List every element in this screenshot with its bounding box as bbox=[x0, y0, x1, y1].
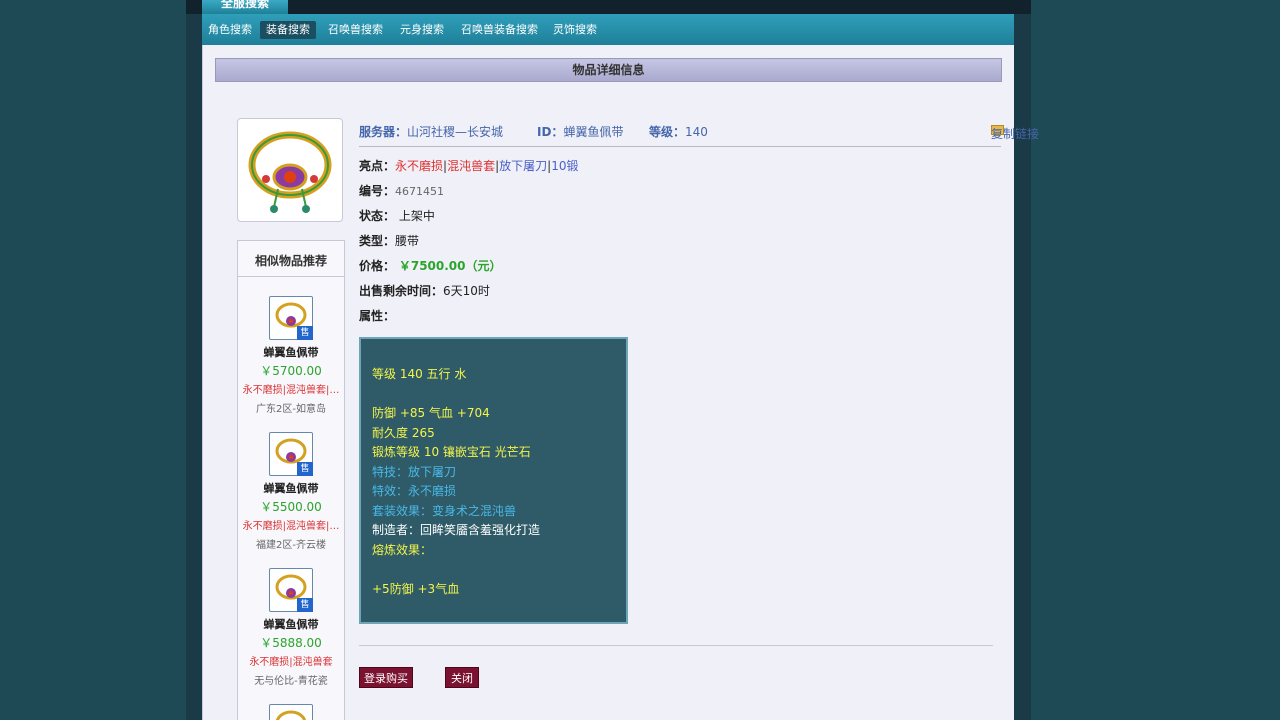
attr-line: 锻炼等级 10 镶嵌宝石 光芒石 bbox=[372, 445, 531, 459]
attr-line bbox=[372, 560, 626, 580]
similar-item-name[interactable]: 蝉翼鱼佩带 bbox=[238, 344, 344, 360]
similar-item-name[interactable]: 蝉翼鱼佩带 bbox=[238, 480, 344, 496]
time-row: 出售剩余时间：6天10时 bbox=[359, 284, 490, 298]
belt-icon[interactable]: 售 bbox=[269, 568, 313, 612]
belt-icon[interactable] bbox=[269, 704, 313, 720]
item-id: 蝉翼鱼佩带 bbox=[563, 125, 624, 139]
nav-role-search[interactable]: 角色搜索 bbox=[202, 21, 258, 39]
level-info: 等级：140 bbox=[649, 125, 708, 139]
attr-line: 特技：放下屠刀 bbox=[372, 464, 457, 479]
nav-yuanshen-search[interactable]: 元身搜索 bbox=[394, 21, 450, 39]
belt-icon bbox=[248, 131, 332, 213]
login-buy-button[interactable]: 登录购买 bbox=[359, 667, 413, 688]
attr-line: 等级 140 五行 水 bbox=[372, 367, 467, 381]
nav-equipment-search[interactable]: 装备搜索 bbox=[260, 21, 316, 39]
attr-line bbox=[372, 385, 626, 405]
similar-title: 相似物品推荐 bbox=[238, 241, 344, 277]
nav-lingshi-search[interactable]: 灵饰搜索 bbox=[547, 21, 603, 39]
similar-item-4[interactable] bbox=[238, 704, 344, 720]
sale-badge: 售 bbox=[297, 326, 313, 340]
item-type: 腰带 bbox=[395, 234, 420, 248]
belt-icon[interactable]: 售 bbox=[269, 432, 313, 476]
item-status: 上架中 bbox=[398, 209, 435, 223]
number-row: 编号：4671451 bbox=[359, 184, 445, 198]
similar-item-server: 无与伦比-青花瓷 bbox=[254, 676, 328, 687]
highlight-4: 10锻 bbox=[551, 159, 579, 173]
nav-summon-equipment-search[interactable]: 召唤兽装备搜索 bbox=[455, 21, 544, 39]
item-detail-panel: 物品详细信息 相似物品推荐 售 蝉翼鱼佩带 ￥5700.00 永不磨损|混沌兽套… bbox=[202, 45, 1039, 720]
attributes-label: 属性： bbox=[359, 309, 396, 323]
similar-item-1[interactable]: 售 蝉翼鱼佩带 ￥5700.00 永不磨损|混沌兽套|… 广东2区-如意岛 bbox=[238, 296, 344, 415]
similar-item-price: ￥5700.00 bbox=[260, 364, 322, 378]
similar-item-price: ￥5888.00 bbox=[260, 636, 322, 650]
similar-item-tags: 永不磨损|混沌兽套 bbox=[249, 657, 333, 668]
highlight-3: 放下屠刀 bbox=[499, 159, 548, 173]
attr-line: 防御 +85 气血 +704 bbox=[372, 406, 490, 420]
page-frame: 全服搜索 角色搜索 装备搜索 召唤兽搜索 元身搜索 召唤兽装备搜索 灵饰搜索 物… bbox=[186, 0, 1039, 720]
sale-badge: 售 bbox=[297, 462, 313, 476]
attr-line: 耐久度 265 bbox=[372, 425, 435, 440]
similar-items: 相似物品推荐 售 蝉翼鱼佩带 ￥5700.00 永不磨损|混沌兽套|… 广东2区… bbox=[237, 240, 345, 720]
server-search-tab[interactable]: 全服搜索 bbox=[202, 0, 288, 14]
item-level: 140 bbox=[685, 125, 708, 139]
attr-line: 套装效果：变身术之混沌兽 bbox=[372, 503, 517, 518]
remaining-time: 6天10时 bbox=[443, 284, 490, 298]
item-image bbox=[237, 118, 343, 222]
similar-item-server: 广东2区-如意岛 bbox=[256, 404, 326, 415]
server-info: 服务器：山河社稷—长安城 bbox=[359, 125, 504, 139]
sale-badge: 售 bbox=[297, 598, 313, 612]
similar-item-tags: 永不磨损|混沌兽套|… bbox=[242, 385, 340, 396]
attr-line: +5防御 +3气血 bbox=[372, 581, 460, 596]
similar-item-tags: 永不磨损|混沌兽套|… bbox=[242, 521, 340, 532]
attr-line: 特效：永不磨损 bbox=[372, 484, 457, 498]
highlight-2: 混沌兽套 bbox=[447, 159, 496, 173]
attr-line: 制造者：回眸笑靥含羞强化打造 bbox=[372, 523, 541, 537]
item-number: 4671451 bbox=[395, 185, 445, 198]
divider bbox=[359, 645, 993, 646]
panel-title: 物品详细信息 bbox=[215, 58, 1002, 82]
type-row: 类型：腰带 bbox=[359, 234, 420, 248]
server-name: 山河社稷—长安城 bbox=[407, 125, 504, 139]
close-button[interactable]: 关闭 bbox=[445, 667, 479, 688]
highlights-row: 亮点：永不磨损|混沌兽套|放下屠刀|10锻 bbox=[359, 159, 579, 173]
similar-item-server: 福建2区-齐云楼 bbox=[256, 540, 326, 551]
item-price: ￥7500.00（元） bbox=[398, 259, 502, 273]
attr-line: 熔炼效果： bbox=[372, 542, 433, 557]
top-band bbox=[186, 0, 1031, 14]
similar-item-3[interactable]: 售 蝉翼鱼佩带 ￥5888.00 永不磨损|混沌兽套 无与伦比-青花瓷 bbox=[238, 568, 344, 687]
status-row: 状态： 上架中 bbox=[359, 209, 435, 223]
similar-item-2[interactable]: 售 蝉翼鱼佩带 ￥5500.00 永不磨损|混沌兽套|… 福建2区-齐云楼 bbox=[238, 432, 344, 551]
search-nav: 角色搜索 装备搜索 召唤兽搜索 元身搜索 召唤兽装备搜索 灵饰搜索 bbox=[202, 14, 1014, 45]
attributes-box: 等级 140 五行 水 防御 +85 气血 +704 耐久度 265 锻炼等级 … bbox=[359, 337, 628, 624]
similar-item-price: ￥5500.00 bbox=[260, 500, 322, 514]
id-info: ID：蝉翼鱼佩带 bbox=[537, 125, 624, 139]
price-row: 价格： ￥7500.00（元） bbox=[359, 259, 502, 273]
similar-item-name[interactable]: 蝉翼鱼佩带 bbox=[238, 616, 344, 632]
item-summary-bar: 服务器：山河社稷—长安城 ID：蝉翼鱼佩带 等级：140 复制链接 bbox=[359, 121, 1039, 147]
nav-summon-search[interactable]: 召唤兽搜索 bbox=[322, 21, 389, 39]
highlight-1: 永不磨损 bbox=[395, 159, 444, 173]
belt-icon[interactable]: 售 bbox=[269, 296, 313, 340]
